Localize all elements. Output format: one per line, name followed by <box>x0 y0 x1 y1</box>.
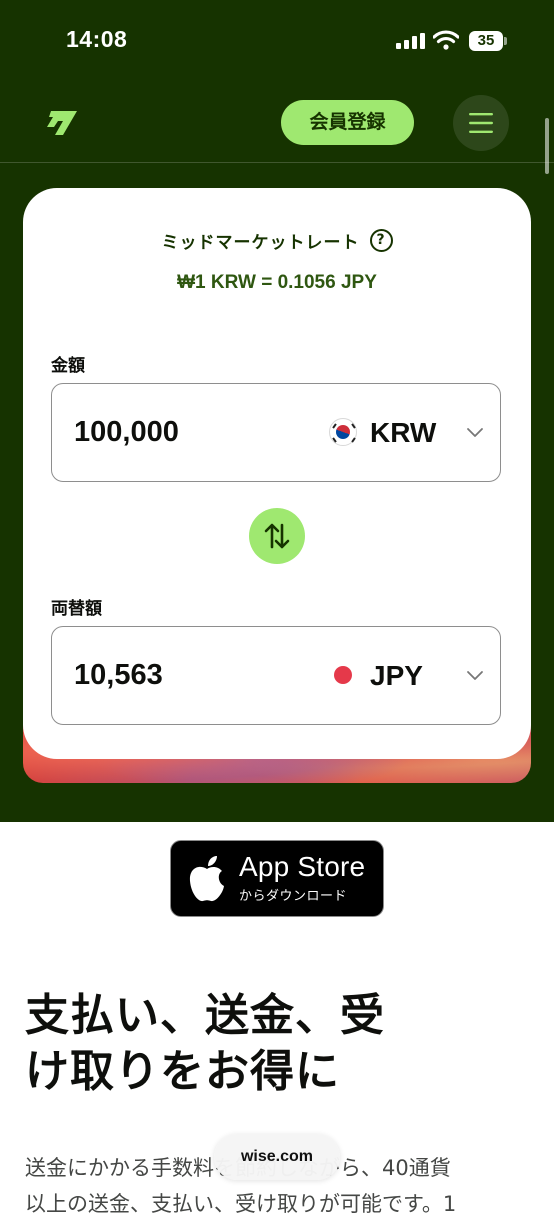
app-store-subtitle: からダウンロード <box>239 889 348 904</box>
hamburger-menu-icon <box>469 113 493 133</box>
wise-logo-icon[interactable] <box>46 108 79 136</box>
converted-input[interactable]: 10,563 <box>74 627 163 724</box>
swap-currencies-button[interactable] <box>249 508 305 564</box>
nav-divider <box>0 162 554 163</box>
target-currency-selector[interactable]: JPY <box>370 627 423 724</box>
rate-value: ₩1 KRW = 0.1056 JPY <box>177 272 377 293</box>
app-store-title: App Store <box>239 851 366 882</box>
wifi-icon <box>433 30 459 50</box>
battery-tip <box>504 37 507 45</box>
status-time: 14:08 <box>66 26 128 52</box>
headline-line-2: け取りをお得に <box>25 1046 340 1097</box>
headline-line-1: 支払い、送金、受 <box>25 990 385 1041</box>
battery-indicator: 35 <box>469 31 503 51</box>
menu-button[interactable] <box>453 95 509 151</box>
signup-button[interactable]: 会員登録 <box>281 100 414 145</box>
rate-label-row: ミッドマーケットレート? <box>0 228 554 253</box>
converted-field[interactable]: 10,563 JPY <box>51 626 501 725</box>
source-currency-selector[interactable]: KRW <box>370 384 436 481</box>
chevron-down-icon[interactable] <box>466 426 484 438</box>
cellular-signal-icon <box>396 33 425 49</box>
korea-flag-icon <box>329 418 357 446</box>
amount-field[interactable]: 100,000 KRW <box>51 383 501 482</box>
help-icon[interactable]: ? <box>369 229 393 252</box>
amount-input[interactable]: 100,000 <box>74 384 179 481</box>
swap-arrows-icon <box>264 523 290 549</box>
chevron-down-icon[interactable] <box>466 669 484 681</box>
apple-logo-icon <box>189 856 224 902</box>
headline: 支払い、送金、受 け取りをお得に <box>25 988 525 1100</box>
scrollbar[interactable] <box>545 118 549 174</box>
amount-label: 金額 <box>51 356 85 376</box>
japan-flag-icon <box>329 661 357 689</box>
rate-label: ミッドマーケットレート <box>161 233 360 253</box>
app-store-button[interactable]: App Store からダウンロード <box>170 840 384 917</box>
converted-label: 両替額 <box>51 599 102 619</box>
browser-url-bar[interactable]: wise.com <box>214 1134 340 1180</box>
body-line-2: 以上の送金、支払い、受け取りが可能です。1 <box>25 1192 457 1216</box>
